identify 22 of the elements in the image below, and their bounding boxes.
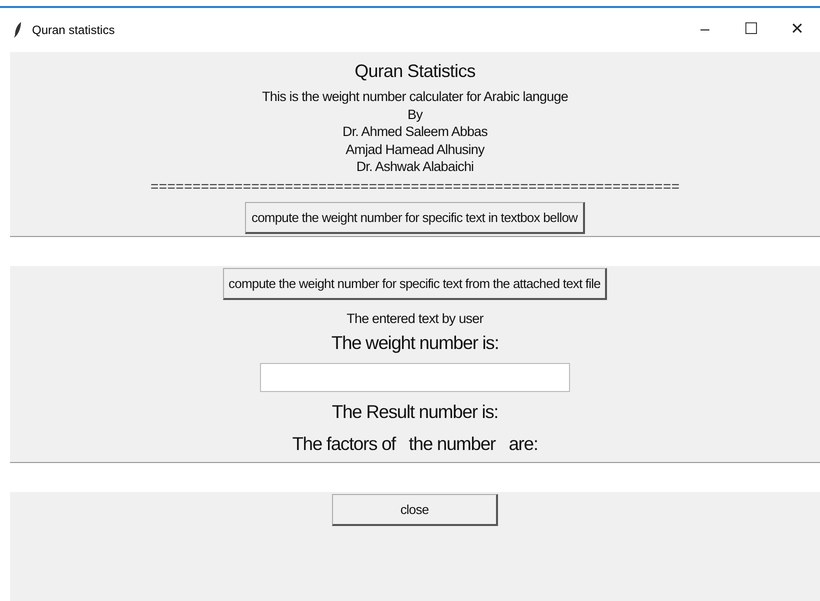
text-label: This is the weight number calculater for Arabic languge xyxy=(262,88,568,106)
compute-button[interactable]: compute the weight number for specific text from the attached text file xyxy=(222,268,608,300)
result-entry[interactable] xyxy=(260,363,570,392)
separator-line: =============================================================== xyxy=(150,180,680,196)
result-label: The weight number is: xyxy=(331,331,499,355)
result-label: The factors of the number are: xyxy=(292,432,538,456)
text-label: Dr. Ahmed Saleem Abbas xyxy=(342,123,488,140)
maximize-button[interactable]: ☐ xyxy=(728,18,774,42)
text-label: By xyxy=(408,106,422,123)
text-label: The entered text by user xyxy=(346,310,484,327)
text-entry[interactable] xyxy=(10,236,820,266)
text-entry[interactable] xyxy=(10,462,820,492)
app-heading: Quran Statistics xyxy=(354,60,476,83)
minimize-button[interactable]: – xyxy=(682,18,728,42)
compute-button[interactable]: compute the weight number for specific text in textbox bellow xyxy=(245,202,585,234)
result-label: The Result number is: xyxy=(332,400,498,424)
feather-icon xyxy=(14,22,22,38)
close-window-button[interactable]: ✕ xyxy=(774,18,820,42)
window-title: Quran statistics xyxy=(32,22,115,39)
text-label: Amjad Hamead Alhusiny xyxy=(346,140,484,158)
close-button[interactable]: close xyxy=(332,494,498,526)
text-label: Dr. Ashwak Alabaichi xyxy=(356,158,474,176)
